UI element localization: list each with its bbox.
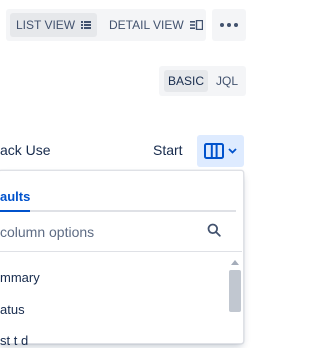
column-header-start[interactable]: Start ɖ xyxy=(153,142,185,158)
search-mode-switch: BASIC JQL xyxy=(159,66,246,96)
jql-mode-button[interactable]: JQL xyxy=(212,70,242,92)
detail-view-icon xyxy=(189,20,203,30)
scrollbar-thumb[interactable] xyxy=(229,270,241,312)
tab-defaults[interactable]: aults xyxy=(0,189,30,204)
detail-view-button[interactable]: DETAIL VIEW xyxy=(103,13,203,37)
more-actions-button[interactable] xyxy=(212,9,246,41)
scroll-up-arrow-icon[interactable] xyxy=(231,260,239,265)
column-option-summary[interactable]: mmary xyxy=(0,270,40,285)
column-picker-button[interactable] xyxy=(197,135,244,167)
column-picker-panel xyxy=(0,170,244,344)
column-header-track-use[interactable]: ack Use xyxy=(0,142,51,158)
more-horizontal-icon xyxy=(220,23,238,27)
tabs-divider xyxy=(0,210,236,212)
search-icon xyxy=(207,223,221,242)
column-option-status[interactable]: atus xyxy=(0,302,25,317)
chevron-down-icon xyxy=(228,148,237,154)
active-tab-indicator xyxy=(0,210,30,212)
basic-mode-button[interactable]: BASIC xyxy=(164,70,208,92)
list-view-button[interactable]: LIST VIEW xyxy=(10,13,97,37)
panel-divider xyxy=(0,251,242,252)
column-search-input[interactable]: column options xyxy=(0,224,94,240)
list-icon xyxy=(81,20,92,30)
view-switcher: LIST VIEW DETAIL VIEW xyxy=(6,9,206,41)
column-option-next[interactable]: st t d xyxy=(0,333,28,348)
options-scrollbar[interactable] xyxy=(228,256,242,340)
columns-icon xyxy=(204,143,224,159)
list-view-label: LIST VIEW xyxy=(16,18,76,32)
detail-view-label: DETAIL VIEW xyxy=(109,18,184,32)
